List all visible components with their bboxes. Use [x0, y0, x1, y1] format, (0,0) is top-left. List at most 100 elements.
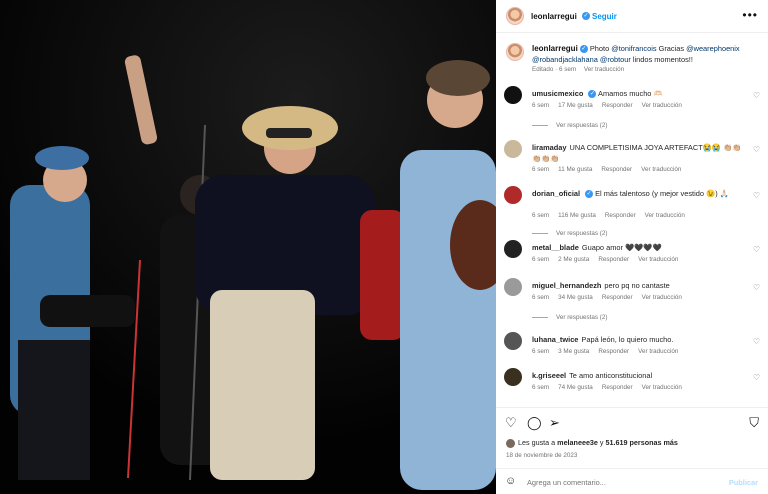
reply-button[interactable]: Responder	[602, 102, 633, 109]
translate-link[interactable]: Ver traducción	[638, 256, 678, 263]
post-header: leonlarregui ✓ Seguir •••	[496, 0, 768, 33]
commenter-username[interactable]: miguel_hernandezh	[532, 281, 601, 290]
comment-like-icon[interactable]: ♡	[753, 145, 760, 154]
reply-button[interactable]: Responder	[602, 384, 633, 391]
caption-username[interactable]: leonlarregui	[532, 44, 578, 53]
reply-button[interactable]: Responder	[601, 166, 632, 173]
heart-icon[interactable]: ♡	[505, 416, 517, 429]
comment-like-icon[interactable]: ♡	[753, 91, 760, 100]
mention-link[interactable]: @wearephoenix	[686, 44, 740, 53]
comment-likes[interactable]: 3 Me gusta	[558, 348, 589, 355]
comment-meta: 6 sem 34 Me gusta Responder Ver traducción	[532, 294, 691, 301]
comment-meta: 6 sem 74 Me gusta Responder Ver traducción	[532, 384, 691, 391]
caption-avatar[interactable]	[506, 43, 524, 61]
comment-text: k.griseeel Te amo anticonstitucional	[532, 370, 746, 381]
post-photo[interactable]	[0, 0, 496, 494]
translate-link[interactable]: Ver traducción	[645, 212, 685, 219]
commenter-avatar[interactable]	[504, 140, 522, 158]
comment-like-icon[interactable]: ♡	[753, 245, 760, 254]
mention-link[interactable]: @robtour	[600, 55, 631, 64]
caption-text-mid: Gracias	[656, 44, 687, 53]
comment-age: 6 sem	[532, 166, 550, 173]
liker-avatar	[506, 438, 515, 448]
translate-link[interactable]: Ver traducción	[584, 66, 624, 73]
commenter-username[interactable]: luhana_twice	[532, 335, 578, 344]
comment-text: umusicmexico ✓ Amamos mucho 🫶🏻	[532, 88, 746, 99]
concert-photo	[0, 0, 496, 494]
mention-link[interactable]: @tonifrancois	[611, 44, 656, 53]
commenter-avatar[interactable]	[504, 368, 522, 386]
translate-link[interactable]: Ver traducción	[642, 294, 682, 301]
comment-icon[interactable]: ◯	[527, 416, 542, 429]
mention-link[interactable]: @robandjacklahana	[532, 55, 598, 64]
caption-text: leonlarregui ✓ Photo @tonifrancois Gracia…	[532, 43, 762, 65]
comment-likes[interactable]: 2 Me gusta	[558, 256, 589, 263]
translate-link[interactable]: Ver traducción	[638, 348, 678, 355]
comment-likes[interactable]: 116 Me gusta	[558, 212, 596, 219]
comment-meta: 6 sem 17 Me gusta Responder Ver traducción	[532, 102, 691, 109]
verified-badge-icon: ✓	[588, 90, 597, 99]
likes-count[interactable]: 51.619 personas más	[606, 438, 678, 447]
view-replies-button[interactable]: Ver respuestas (2)	[532, 314, 607, 321]
comment-age: 6 sem	[532, 348, 550, 355]
commenter-avatar[interactable]	[504, 186, 522, 204]
share-icon[interactable]: ➢	[549, 416, 560, 429]
comment-like-icon[interactable]: ♡	[753, 283, 760, 292]
reply-button[interactable]: Responder	[602, 294, 633, 301]
translate-link[interactable]: Ver traducción	[642, 102, 682, 109]
verified-badge-icon: ✓	[585, 190, 594, 199]
reply-button[interactable]: Responder	[598, 256, 629, 263]
view-replies-button[interactable]: Ver respuestas (2)	[532, 230, 607, 237]
caption-meta: Editado · 6 sem Ver traducción	[532, 66, 630, 73]
comment-likes[interactable]: 17 Me gusta	[558, 102, 593, 109]
commenter-username[interactable]: metal__blade	[532, 243, 579, 252]
comment-likes[interactable]: 11 Me gusta	[558, 166, 592, 173]
commenter-username[interactable]: k.griseeel	[532, 371, 566, 380]
commenter-username[interactable]: liramaday	[532, 143, 567, 152]
commenter-username[interactable]: umusicmexico	[532, 89, 583, 98]
comment-likes[interactable]: 34 Me gusta	[558, 294, 593, 301]
commenter-avatar[interactable]	[504, 278, 522, 296]
comment-meta: 6 sem 2 Me gusta Responder Ver traducción	[532, 256, 687, 263]
translate-link[interactable]: Ver traducción	[642, 384, 682, 391]
more-options-icon[interactable]: •••	[742, 8, 758, 22]
comment-input[interactable]	[527, 478, 707, 487]
comment-age: 6 sem	[532, 212, 550, 219]
view-replies-button[interactable]: Ver respuestas (2)	[532, 122, 607, 129]
action-bar: ♡ ◯ ➢ ⛉	[496, 407, 768, 435]
likes-mid: y	[597, 438, 606, 447]
publish-button[interactable]: Publicar	[729, 478, 758, 487]
comment-like-icon[interactable]: ♡	[753, 337, 760, 346]
comment-body: Papá león, lo quiero mucho.	[581, 335, 674, 344]
follow-button[interactable]: Seguir	[592, 12, 617, 21]
likes-summary[interactable]: Les gusta a melaneee3e y 51.619 personas…	[506, 438, 678, 448]
reply-button[interactable]: Responder	[605, 212, 636, 219]
bookmark-icon[interactable]: ⛉	[749, 416, 759, 429]
caption-text-after: lindos momentos!!	[630, 55, 693, 64]
post-side-panel: leonlarregui ✓ Seguir ••• leonlarregui ✓ …	[496, 0, 768, 494]
commenter-avatar[interactable]	[504, 332, 522, 350]
comment-like-icon[interactable]: ♡	[753, 373, 760, 382]
comment-age: 6 sem	[532, 256, 550, 263]
liker-username[interactable]: melaneee3e	[557, 438, 598, 447]
commenter-username[interactable]: dorian_oficial	[532, 189, 580, 198]
comment-meta: 6 sem 116 Me gusta Responder Ver traducción	[532, 212, 694, 219]
comment-age: 6 sem	[532, 384, 550, 391]
comment-like-icon[interactable]: ♡	[753, 191, 760, 200]
comment-age: 6 sem	[532, 102, 550, 109]
comment-body: El más talentoso (y mejor vestido 😉) 🙏🏻	[595, 189, 729, 198]
likes-prefix: Les gusta a	[518, 438, 558, 447]
translate-link[interactable]: Ver traducción	[641, 166, 681, 173]
emoji-icon[interactable]: ☺	[505, 475, 516, 487]
comment-text: miguel_hernandezh pero pq no cantaste	[532, 280, 746, 291]
comment-likes[interactable]: 74 Me gusta	[558, 384, 593, 391]
author-avatar[interactable]	[506, 7, 524, 25]
commenter-avatar[interactable]	[504, 86, 522, 104]
comment-meta: 6 sem 11 Me gusta Responder Ver traducción	[532, 166, 690, 173]
add-comment-bar: ☺ Publicar	[496, 468, 768, 494]
post-caption: leonlarregui ✓ Photo @tonifrancois Gracia…	[496, 38, 768, 78]
commenter-avatar[interactable]	[504, 240, 522, 258]
reply-button[interactable]: Responder	[598, 348, 629, 355]
author-username[interactable]: leonlarregui	[531, 12, 577, 21]
comment-body: Amamos mucho 🫶🏻	[598, 89, 663, 98]
